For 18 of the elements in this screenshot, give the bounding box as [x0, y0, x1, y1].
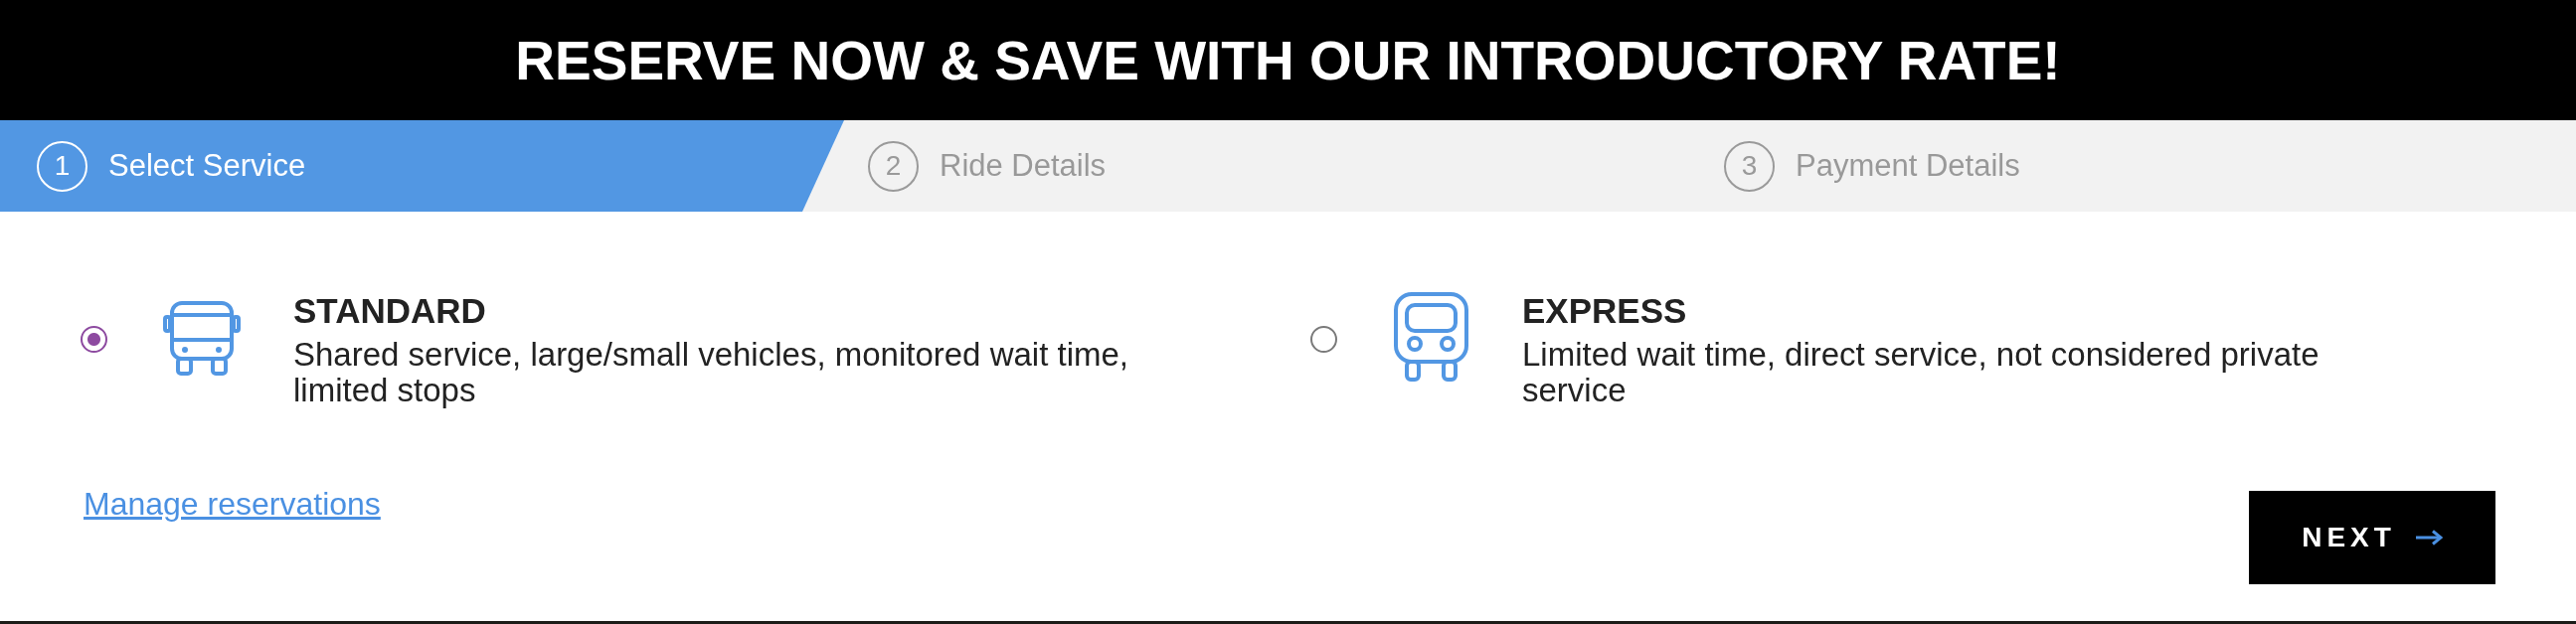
service-title: EXPRESS [1522, 291, 1688, 331]
service-description: Limited wait time, direct service, not considered private service [1522, 337, 2320, 408]
step-number: 1 [37, 140, 87, 192]
service-title: STANDARD [293, 291, 487, 331]
service-description: Shared service, large/small vehicles, monitored wait time, limited stops [293, 337, 1129, 408]
radio-button[interactable] [1310, 326, 1337, 353]
step-tab[interactable]: 2 Ride Details [844, 120, 1700, 212]
arrow-right-icon [2415, 530, 2443, 546]
step-tab[interactable]: 1 Select Service [0, 120, 844, 212]
step-tab[interactable]: 3 Payment Details [1700, 120, 2576, 212]
manage-reservations-link[interactable]: Manage reservations [84, 485, 381, 523]
step-number: 2 [868, 140, 919, 192]
radio-button[interactable] [81, 326, 107, 353]
next-button[interactable]: NEXT [2249, 491, 2495, 584]
banner-title: RESERVE NOW & SAVE WITH OUR INTRODUCTORY RATE! [515, 28, 2061, 92]
van-icon [1393, 291, 1469, 383]
bus-icon [163, 300, 241, 377]
step-number: 3 [1724, 140, 1775, 192]
